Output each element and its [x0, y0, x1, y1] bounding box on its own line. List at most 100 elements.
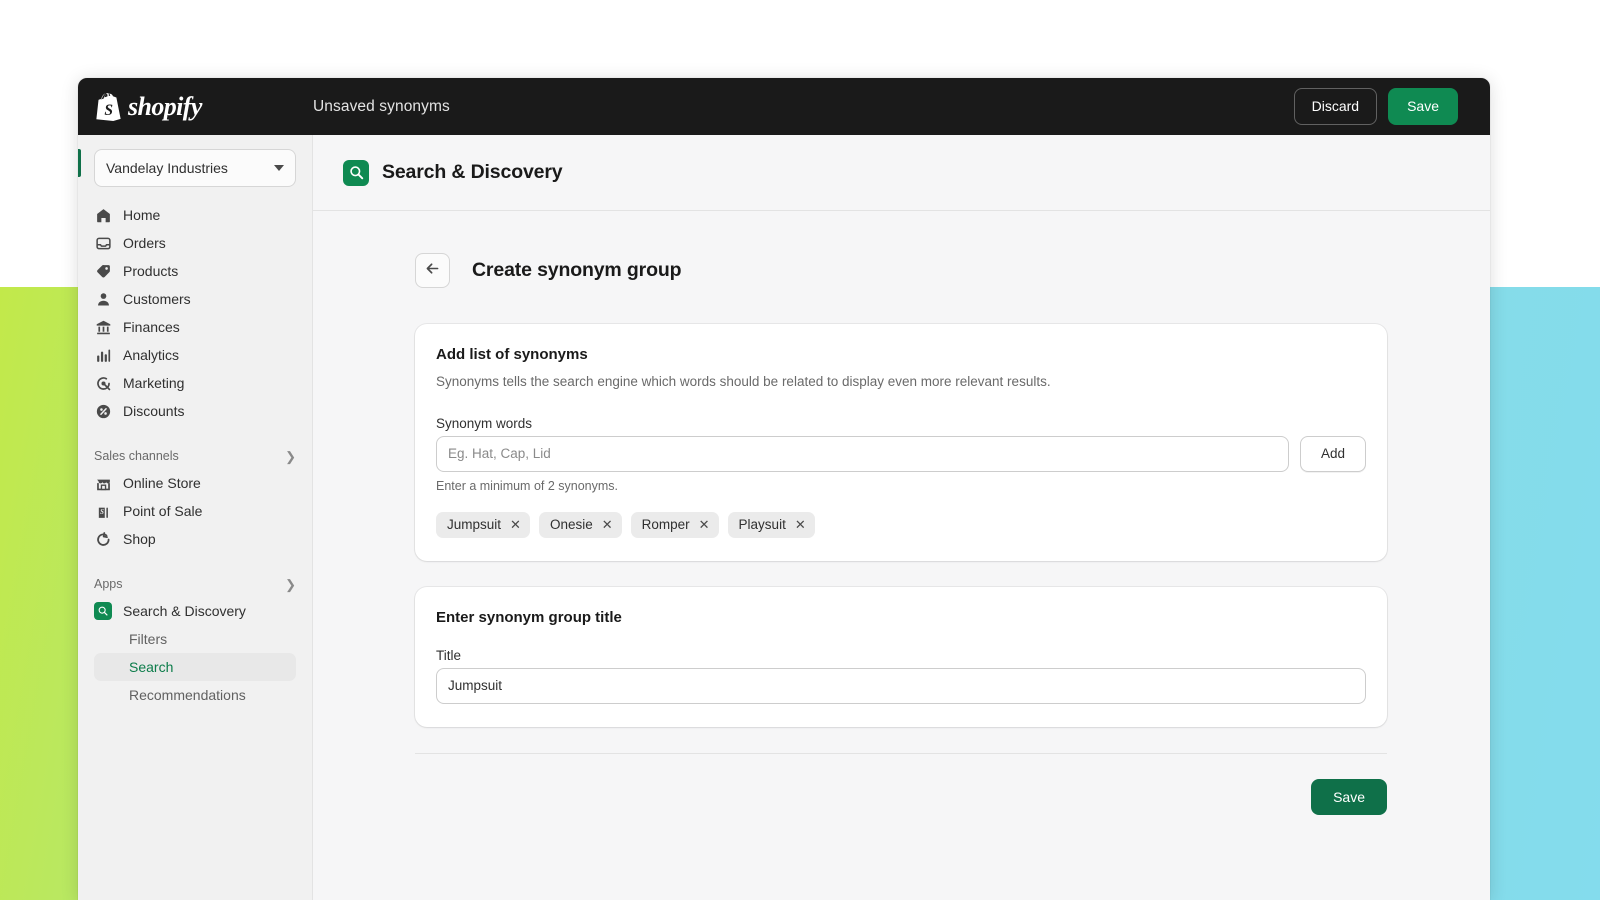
sidebar-item-label: Marketing: [123, 375, 185, 391]
synonym-tag[interactable]: Jumpsuit ✕: [436, 511, 530, 538]
unsaved-changes-title: Unsaved synonyms: [313, 97, 450, 115]
orders-inbox-icon: [94, 234, 112, 252]
person-icon: [94, 290, 112, 308]
page-title: Create synonym group: [472, 259, 682, 281]
synonym-tag[interactable]: Romper ✕: [630, 511, 719, 538]
store-switcher[interactable]: Vandelay Industries: [94, 149, 296, 187]
synonym-tag-label: Playsuit: [738, 517, 786, 533]
sidebar-item-search-and-discovery[interactable]: Search & Discovery: [86, 597, 304, 625]
save-button-top[interactable]: Save: [1388, 88, 1458, 125]
add-synonyms-card: Add list of synonyms Synonyms tells the …: [415, 324, 1387, 561]
sidebar-item-products[interactable]: Products: [86, 257, 304, 285]
megaphone-target-icon: [94, 374, 112, 392]
content-scroll-area: Create synonym group Add list of synonym…: [313, 211, 1490, 815]
sidebar-item-analytics[interactable]: Analytics: [86, 341, 304, 369]
arrow-left-icon: [424, 260, 441, 282]
primary-nav: Home Orders Products Customers Finances …: [78, 201, 312, 425]
page-header: Create synonym group: [415, 253, 1387, 288]
save-button-bottom[interactable]: Save: [1311, 778, 1387, 815]
sidebar-item-recommendations[interactable]: Recommendations: [94, 681, 296, 709]
group-title-input[interactable]: [436, 667, 1366, 704]
synonym-tag-label: Onesie: [549, 517, 593, 533]
sidebar-item-label: Products: [123, 263, 179, 279]
search-discovery-app-icon: [94, 602, 112, 620]
close-icon[interactable]: ✕: [510, 518, 521, 531]
main-content: Search & Discovery Create synonym group: [313, 135, 1490, 900]
apps-nav: Search & Discovery Filters Search Recomm…: [78, 597, 312, 709]
synonym-tag[interactable]: Playsuit ✕: [727, 511, 815, 538]
synonym-input-row: Add: [436, 435, 1366, 472]
content-container: Create synonym group Add list of synonym…: [415, 253, 1387, 815]
sidebar-item-label: Point of Sale: [123, 503, 203, 519]
sidebar-item-label: Home: [123, 207, 161, 223]
sidebar-item-label: Shop: [123, 531, 156, 547]
sidebar-item-label: Finances: [123, 319, 180, 335]
discount-percent-icon: [94, 402, 112, 420]
synonym-helper-text: Enter a minimum of 2 synonyms.: [436, 478, 619, 493]
body-split: Vandelay Industries Home Orders Products…: [78, 135, 1490, 900]
sidebar-item-label: Filters: [129, 631, 168, 647]
chevron-down-icon: [274, 165, 284, 171]
shopify-bag-icon: S: [96, 92, 121, 121]
sidebar: Vandelay Industries Home Orders Products…: [78, 135, 313, 900]
storefront-icon: [94, 474, 112, 492]
sidebar-item-label: Analytics: [123, 347, 180, 363]
sidebar-item-home[interactable]: Home: [86, 201, 304, 229]
svg-text:S: S: [100, 509, 104, 516]
sidebar-item-orders[interactable]: Orders: [86, 229, 304, 257]
back-button[interactable]: [415, 253, 450, 288]
sidebar-item-filters[interactable]: Filters: [94, 625, 296, 653]
title-field-label: Title: [436, 647, 462, 663]
close-icon[interactable]: ✕: [795, 518, 806, 531]
footer-divider: [415, 752, 1387, 754]
sidebar-item-finances[interactable]: Finances: [86, 313, 304, 341]
synonym-tag-label: Romper: [641, 517, 690, 533]
synonym-words-label: Synonym words: [436, 415, 533, 431]
chevron-right-icon[interactable]: ❯: [285, 578, 296, 591]
sidebar-item-discounts[interactable]: Discounts: [86, 397, 304, 425]
footer-actions: Save: [415, 778, 1387, 815]
sales-channels-nav: Online Store S Point of Sale Shop: [78, 469, 312, 553]
synonym-words-input[interactable]: [436, 435, 1289, 472]
bank-icon: [94, 318, 112, 336]
sidebar-item-label: Search: [129, 659, 174, 675]
shop-icon: [94, 530, 112, 548]
sidebar-item-label: Orders: [123, 235, 166, 251]
svg-text:S: S: [104, 101, 113, 118]
app-header: Search & Discovery: [313, 135, 1490, 211]
sidebar-item-customers[interactable]: Customers: [86, 285, 304, 313]
synonym-tag[interactable]: Onesie ✕: [538, 511, 622, 538]
synonym-tag-list: Jumpsuit ✕ Onesie ✕ Romper ✕ Playsuit ✕: [436, 511, 1366, 538]
sidebar-section-apps[interactable]: Apps ❯: [78, 571, 312, 597]
sidebar-item-online-store[interactable]: Online Store: [86, 469, 304, 497]
sidebar-item-label: Search & Discovery: [123, 603, 246, 619]
app-title: Search & Discovery: [382, 161, 563, 183]
section-label: Apps: [94, 577, 123, 591]
section-label: Sales channels: [94, 449, 179, 463]
add-synonym-button[interactable]: Add: [1299, 435, 1366, 472]
active-item-marker: [78, 149, 81, 177]
bar-chart-icon: [94, 346, 112, 364]
synonym-tag-label: Jumpsuit: [447, 517, 502, 533]
sidebar-item-marketing[interactable]: Marketing: [86, 369, 304, 397]
sidebar-item-shop[interactable]: Shop: [86, 525, 304, 553]
shopify-wordmark: shopify: [128, 91, 202, 121]
top-bar-actions: Discard Save: [1293, 88, 1458, 125]
close-icon[interactable]: ✕: [699, 518, 710, 531]
product-tag-icon: [94, 262, 112, 280]
app-window: S shopify Unsaved synonyms Discard Save …: [78, 78, 1490, 900]
close-icon[interactable]: ✕: [602, 518, 613, 531]
sidebar-item-point-of-sale[interactable]: S Point of Sale: [86, 497, 304, 525]
chevron-right-icon[interactable]: ❯: [285, 450, 296, 463]
point-of-sale-icon: S: [94, 502, 112, 520]
group-title-card: Enter synonym group title Title: [415, 586, 1387, 727]
sidebar-section-sales-channels[interactable]: Sales channels ❯: [78, 443, 312, 469]
card-title: Add list of synonyms: [436, 346, 588, 363]
top-bar: S shopify Unsaved synonyms Discard Save: [78, 78, 1490, 135]
sidebar-item-label: Online Store: [123, 475, 201, 491]
discard-button[interactable]: Discard: [1293, 88, 1378, 125]
shopify-logo[interactable]: S shopify: [78, 92, 313, 122]
card-description: Synonyms tells the search engine which w…: [436, 374, 1051, 389]
card-title: Enter synonym group title: [436, 608, 622, 626]
sidebar-item-search[interactable]: Search: [94, 653, 296, 681]
